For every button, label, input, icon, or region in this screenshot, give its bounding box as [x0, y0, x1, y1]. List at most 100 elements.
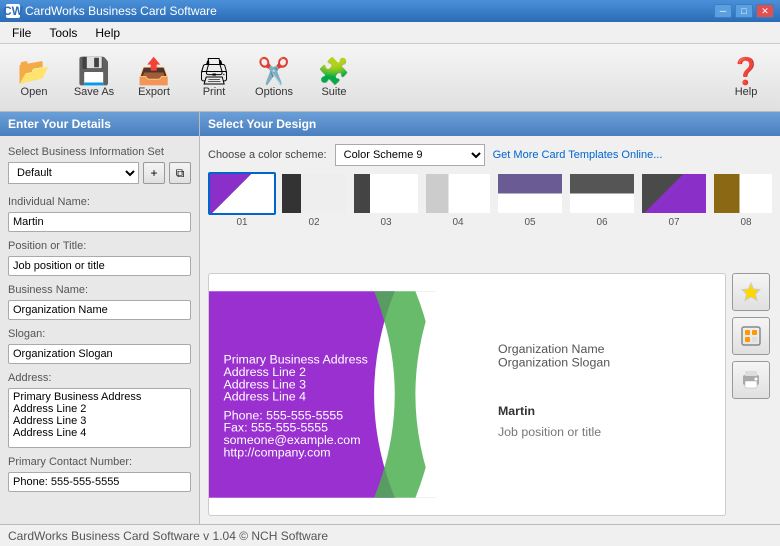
template-4[interactable]: 04: [424, 172, 492, 263]
preview-row: Primary Business Address Address Line 2 …: [208, 273, 772, 516]
app-title: CardWorks Business Card Software: [25, 4, 217, 18]
name-input[interactable]: [8, 212, 191, 232]
export-button[interactable]: 📤 Export: [126, 49, 182, 107]
business-input[interactable]: [8, 300, 191, 320]
save-as-button[interactable]: 💾 Save As: [66, 49, 122, 107]
color-scheme-row: Choose a color scheme: Color Scheme 9 Co…: [208, 144, 772, 166]
save-as-label: Save As: [74, 86, 114, 98]
color-scheme-select[interactable]: Color Scheme 9 Color Scheme 1 Color Sche…: [335, 144, 485, 166]
star-icon: [740, 281, 762, 303]
status-bar: CardWorks Business Card Software v 1.04 …: [0, 524, 780, 546]
color-scheme-label: Choose a color scheme:: [208, 149, 327, 161]
suite-button[interactable]: 🧩 Suite: [306, 49, 362, 107]
options-icon: ✂️: [258, 58, 290, 84]
print-preview-icon: [740, 369, 762, 391]
address-label: Address:: [8, 372, 191, 384]
open-button[interactable]: 📂 Open: [6, 49, 62, 107]
help-icon: ❓: [730, 58, 762, 84]
maximize-button[interactable]: □: [735, 4, 753, 18]
right-panel-header: Select Your Design: [200, 112, 780, 136]
template-6[interactable]: 06: [568, 172, 636, 263]
left-panel-header: Enter Your Details: [0, 112, 199, 136]
template-7[interactable]: 07: [640, 172, 708, 263]
print-preview-button[interactable]: [732, 361, 770, 399]
svg-text:Address Line 4: Address Line 4: [223, 390, 306, 404]
title-bar: CW CardWorks Business Card Software ─ □ …: [0, 0, 780, 22]
thumb-num-05: 05: [524, 217, 535, 228]
thumb-num-07: 07: [668, 217, 679, 228]
svg-text:Martin: Martin: [498, 404, 535, 418]
thumbnail-07[interactable]: [640, 172, 708, 215]
edit-button[interactable]: [732, 317, 770, 355]
more-templates-link[interactable]: Get More Card Templates Online...: [493, 149, 663, 161]
right-panel-content: Choose a color scheme: Color Scheme 9 Co…: [200, 136, 780, 524]
thumb-num-04: 04: [452, 217, 463, 228]
position-label: Position or Title:: [8, 240, 191, 252]
template-3[interactable]: 03: [352, 172, 420, 263]
menu-tools[interactable]: Tools: [41, 24, 85, 42]
thumbnail-08[interactable]: [712, 172, 772, 215]
main-content: Enter Your Details Select Business Infor…: [0, 112, 780, 524]
select-set-row: Default + ⧉: [8, 162, 191, 184]
edit-icon: [740, 325, 762, 347]
preview-buttons: [732, 273, 772, 516]
open-icon: 📂: [18, 58, 50, 84]
thumbnail-04[interactable]: [424, 172, 492, 215]
thumbnail-03[interactable]: [352, 172, 420, 215]
svg-text:Organization Slogan: Organization Slogan: [498, 356, 610, 370]
card-preview: Primary Business Address Address Line 2 …: [208, 273, 726, 516]
minimize-button[interactable]: ─: [714, 4, 732, 18]
template-1[interactable]: 01: [208, 172, 276, 263]
business-label: Business Name:: [8, 284, 191, 296]
thumb-num-08: 08: [740, 217, 751, 228]
options-label: Options: [255, 86, 293, 98]
thumb-num-02: 02: [308, 217, 319, 228]
business-set-select[interactable]: Default: [8, 162, 139, 184]
svg-text:Organization Name: Organization Name: [498, 342, 605, 356]
thumbnail-05[interactable]: [496, 172, 564, 215]
thumbnail-scroll[interactable]: 01 02 03: [208, 172, 772, 267]
menu-help[interactable]: Help: [87, 24, 128, 42]
template-8[interactable]: 08: [712, 172, 772, 263]
select-set-label: Select Business Information Set: [8, 146, 191, 158]
thumb-num-01: 01: [236, 217, 247, 228]
suite-icon: 🧩: [318, 58, 350, 84]
close-button[interactable]: ✕: [756, 4, 774, 18]
slogan-input[interactable]: [8, 344, 191, 364]
right-panel: Select Your Design Choose a color scheme…: [200, 112, 780, 524]
help-button[interactable]: ❓ Help: [718, 49, 774, 107]
toolbar: 📂 Open 💾 Save As 📤 Export 🖨 Print ✂️ Opt…: [0, 44, 780, 112]
options-button[interactable]: ✂️ Options: [246, 49, 302, 107]
template-2[interactable]: 02: [280, 172, 348, 263]
save-as-icon: 💾: [78, 58, 110, 84]
phone-input[interactable]: [8, 472, 191, 492]
export-label: Export: [138, 86, 170, 98]
template-thumbnails: 01 02 03: [208, 172, 772, 267]
open-label: Open: [21, 86, 48, 98]
svg-text:http://company.com: http://company.com: [223, 445, 330, 459]
slogan-label: Slogan:: [8, 328, 191, 340]
name-label: Individual Name:: [8, 196, 191, 208]
copy-set-button[interactable]: ⧉: [169, 162, 191, 184]
thumbnail-02[interactable]: [280, 172, 348, 215]
menu-file[interactable]: File: [4, 24, 39, 42]
position-input[interactable]: [8, 256, 191, 276]
thumb-num-06: 06: [596, 217, 607, 228]
phone-label: Primary Contact Number:: [8, 456, 191, 468]
address-textarea[interactable]: Primary Business Address Address Line 2 …: [8, 388, 191, 448]
export-icon: 📤: [138, 58, 170, 84]
template-5[interactable]: 05: [496, 172, 564, 263]
help-label: Help: [735, 86, 758, 98]
add-set-button[interactable]: +: [143, 162, 165, 184]
print-button[interactable]: 🖨 Print: [186, 49, 242, 107]
menu-bar: File Tools Help: [0, 22, 780, 44]
favorites-button[interactable]: [732, 273, 770, 311]
left-panel: Enter Your Details Select Business Infor…: [0, 112, 200, 524]
thumbnail-01[interactable]: [208, 172, 276, 215]
status-text: CardWorks Business Card Software v 1.04 …: [8, 529, 328, 543]
svg-text:Job position or title: Job position or title: [498, 425, 601, 439]
print-icon: 🖨: [197, 58, 230, 84]
app-icon: CW: [6, 4, 20, 18]
suite-label: Suite: [321, 86, 346, 98]
thumbnail-06[interactable]: [568, 172, 636, 215]
